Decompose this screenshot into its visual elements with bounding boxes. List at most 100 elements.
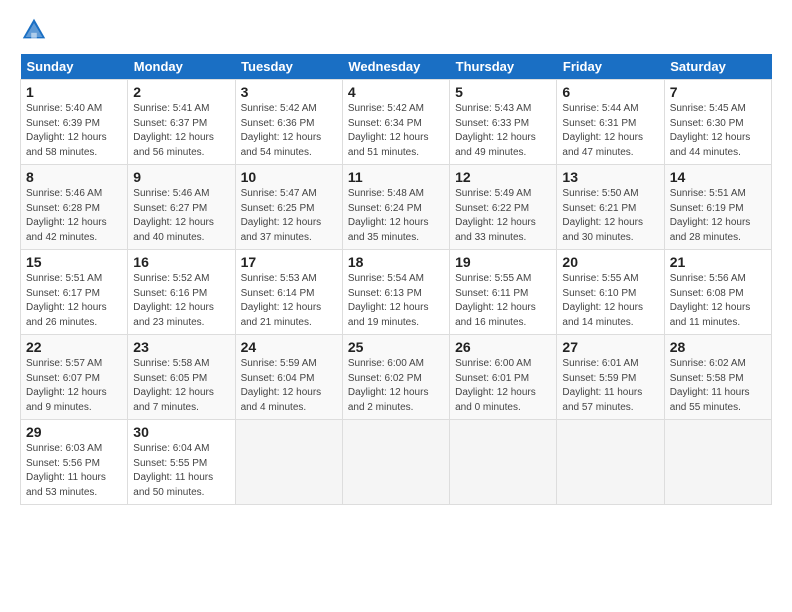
day-number: 10 [241, 169, 337, 185]
day-number: 23 [133, 339, 229, 355]
day-info: Sunrise: 5:47 AMSunset: 6:25 PMDaylight:… [241, 187, 337, 245]
day-info: Sunrise: 5:48 AMSunset: 6:24 PMDaylight:… [348, 187, 444, 245]
calendar-cell: 18 Sunrise: 5:54 AMSunset: 6:13 PMDayligh… [342, 250, 449, 335]
day-info: Sunrise: 6:01 AMSunset: 5:59 PMDaylight:… [562, 357, 658, 415]
calendar-cell: 1Sunrise: 5:40 AMSunset: 6:39 PMDaylight… [21, 80, 128, 165]
calendar-row: 15Sunrise: 5:51 AMSunset: 6:17 PMDayligh… [21, 250, 772, 335]
day-number: 25 [348, 339, 444, 355]
day-info: Sunrise: 6:03 AMSunset: 5:56 PMDaylight:… [26, 442, 122, 500]
day-info: Sunrise: 5:54 AMSunset: 6:13 PMDaylight:… [348, 272, 444, 330]
calendar-cell: 22 Sunrise: 5:57 AMSunset: 6:07 PMDayligh… [21, 335, 128, 420]
calendar-cell: 28 Sunrise: 6:02 AMSunset: 5:58 PMDayligh… [664, 335, 771, 420]
calendar-cell: 23Sunrise: 5:58 AMSunset: 6:05 PMDayligh… [128, 335, 235, 420]
day-number: 24 [241, 339, 337, 355]
calendar-cell: 8 Sunrise: 5:46 AMSunset: 6:28 PMDaylight… [21, 165, 128, 250]
day-number: 4 [348, 84, 444, 100]
day-number: 18 [348, 254, 444, 270]
day-number: 3 [241, 84, 337, 100]
calendar-cell: 25 Sunrise: 6:00 AMSunset: 6:02 PMDayligh… [342, 335, 449, 420]
day-number: 27 [562, 339, 658, 355]
day-number: 21 [670, 254, 766, 270]
calendar-cell: 4Sunrise: 5:42 AMSunset: 6:34 PMDaylight… [342, 80, 449, 165]
weekday-monday: Monday [128, 54, 235, 80]
day-number: 13 [562, 169, 658, 185]
day-number: 19 [455, 254, 551, 270]
day-info: Sunrise: 5:46 AMSunset: 6:28 PMDaylight:… [26, 187, 122, 245]
day-info: Sunrise: 5:44 AMSunset: 6:31 PMDaylight:… [562, 102, 658, 160]
weekday-friday: Friday [557, 54, 664, 80]
header [20, 16, 772, 44]
logo-icon [20, 16, 48, 44]
calendar-cell: 6 Sunrise: 5:44 AMSunset: 6:31 PMDaylight… [557, 80, 664, 165]
calendar-cell: 7 Sunrise: 5:45 AMSunset: 6:30 PMDaylight… [664, 80, 771, 165]
weekday-tuesday: Tuesday [235, 54, 342, 80]
calendar-row: 1Sunrise: 5:40 AMSunset: 6:39 PMDaylight… [21, 80, 772, 165]
calendar-cell: 9 Sunrise: 5:46 AMSunset: 6:27 PMDaylight… [128, 165, 235, 250]
day-number: 20 [562, 254, 658, 270]
day-number: 6 [562, 84, 658, 100]
day-number: 28 [670, 339, 766, 355]
weekday-sunday: Sunday [21, 54, 128, 80]
day-number: 1 [26, 84, 122, 100]
day-info: Sunrise: 5:55 AMSunset: 6:10 PMDaylight:… [562, 272, 658, 330]
calendar-page: SundayMondayTuesdayWednesdayThursdayFrid… [0, 0, 792, 517]
day-info: Sunrise: 6:00 AMSunset: 6:01 PMDaylight:… [455, 357, 551, 415]
day-info: Sunrise: 6:04 AMSunset: 5:55 PMDaylight:… [133, 442, 229, 500]
day-info: Sunrise: 6:00 AMSunset: 6:02 PMDaylight:… [348, 357, 444, 415]
day-info: Sunrise: 5:51 AMSunset: 6:19 PMDaylight:… [670, 187, 766, 245]
calendar-row: 8 Sunrise: 5:46 AMSunset: 6:28 PMDaylight… [21, 165, 772, 250]
day-info: Sunrise: 5:53 AMSunset: 6:14 PMDaylight:… [241, 272, 337, 330]
calendar-cell [235, 420, 342, 505]
calendar-cell: 21 Sunrise: 5:56 AMSunset: 6:08 PMDayligh… [664, 250, 771, 335]
calendar-cell: 3 Sunrise: 5:42 AMSunset: 6:36 PMDaylight… [235, 80, 342, 165]
day-info: Sunrise: 6:02 AMSunset: 5:58 PMDaylight:… [670, 357, 766, 415]
logo [20, 16, 52, 44]
day-number: 14 [670, 169, 766, 185]
day-number: 16 [133, 254, 229, 270]
day-number: 22 [26, 339, 122, 355]
calendar-cell [557, 420, 664, 505]
day-number: 17 [241, 254, 337, 270]
day-info: Sunrise: 5:59 AMSunset: 6:04 PMDaylight:… [241, 357, 337, 415]
day-info: Sunrise: 5:50 AMSunset: 6:21 PMDaylight:… [562, 187, 658, 245]
weekday-saturday: Saturday [664, 54, 771, 80]
calendar-cell: 11 Sunrise: 5:48 AMSunset: 6:24 PMDayligh… [342, 165, 449, 250]
day-number: 12 [455, 169, 551, 185]
calendar-cell [450, 420, 557, 505]
day-number: 11 [348, 169, 444, 185]
calendar-cell: 30 Sunrise: 6:04 AMSunset: 5:55 PMDayligh… [128, 420, 235, 505]
day-info: Sunrise: 5:55 AMSunset: 6:11 PMDaylight:… [455, 272, 551, 330]
weekday-wednesday: Wednesday [342, 54, 449, 80]
calendar-row: 29 Sunrise: 6:03 AMSunset: 5:56 PMDayligh… [21, 420, 772, 505]
day-info: Sunrise: 5:42 AMSunset: 6:36 PMDaylight:… [241, 102, 337, 160]
calendar-cell: 10 Sunrise: 5:47 AMSunset: 6:25 PMDayligh… [235, 165, 342, 250]
day-info: Sunrise: 5:46 AMSunset: 6:27 PMDaylight:… [133, 187, 229, 245]
day-info: Sunrise: 5:56 AMSunset: 6:08 PMDaylight:… [670, 272, 766, 330]
day-info: Sunrise: 5:45 AMSunset: 6:30 PMDaylight:… [670, 102, 766, 160]
weekday-header-row: SundayMondayTuesdayWednesdayThursdayFrid… [21, 54, 772, 80]
day-info: Sunrise: 5:51 AMSunset: 6:17 PMDaylight:… [26, 272, 122, 330]
calendar-cell: 26 Sunrise: 6:00 AMSunset: 6:01 PMDayligh… [450, 335, 557, 420]
day-info: Sunrise: 5:49 AMSunset: 6:22 PMDaylight:… [455, 187, 551, 245]
day-info: Sunrise: 5:41 AMSunset: 6:37 PMDaylight:… [133, 102, 229, 160]
day-info: Sunrise: 5:43 AMSunset: 6:33 PMDaylight:… [455, 102, 551, 160]
day-info: Sunrise: 5:57 AMSunset: 6:07 PMDaylight:… [26, 357, 122, 415]
day-number: 26 [455, 339, 551, 355]
calendar-cell: 16Sunrise: 5:52 AMSunset: 6:16 PMDayligh… [128, 250, 235, 335]
day-number: 2 [133, 84, 229, 100]
day-number: 29 [26, 424, 122, 440]
calendar-cell: 27 Sunrise: 6:01 AMSunset: 5:59 PMDayligh… [557, 335, 664, 420]
calendar-cell: 20 Sunrise: 5:55 AMSunset: 6:10 PMDayligh… [557, 250, 664, 335]
calendar-cell: 5 Sunrise: 5:43 AMSunset: 6:33 PMDaylight… [450, 80, 557, 165]
day-number: 8 [26, 169, 122, 185]
day-number: 30 [133, 424, 229, 440]
calendar-cell: 2 Sunrise: 5:41 AMSunset: 6:37 PMDaylight… [128, 80, 235, 165]
weekday-thursday: Thursday [450, 54, 557, 80]
day-number: 9 [133, 169, 229, 185]
day-number: 5 [455, 84, 551, 100]
day-number: 7 [670, 84, 766, 100]
calendar-cell: 19 Sunrise: 5:55 AMSunset: 6:11 PMDayligh… [450, 250, 557, 335]
calendar-cell: 13 Sunrise: 5:50 AMSunset: 6:21 PMDayligh… [557, 165, 664, 250]
calendar-cell [342, 420, 449, 505]
calendar-cell: 17 Sunrise: 5:53 AMSunset: 6:14 PMDayligh… [235, 250, 342, 335]
